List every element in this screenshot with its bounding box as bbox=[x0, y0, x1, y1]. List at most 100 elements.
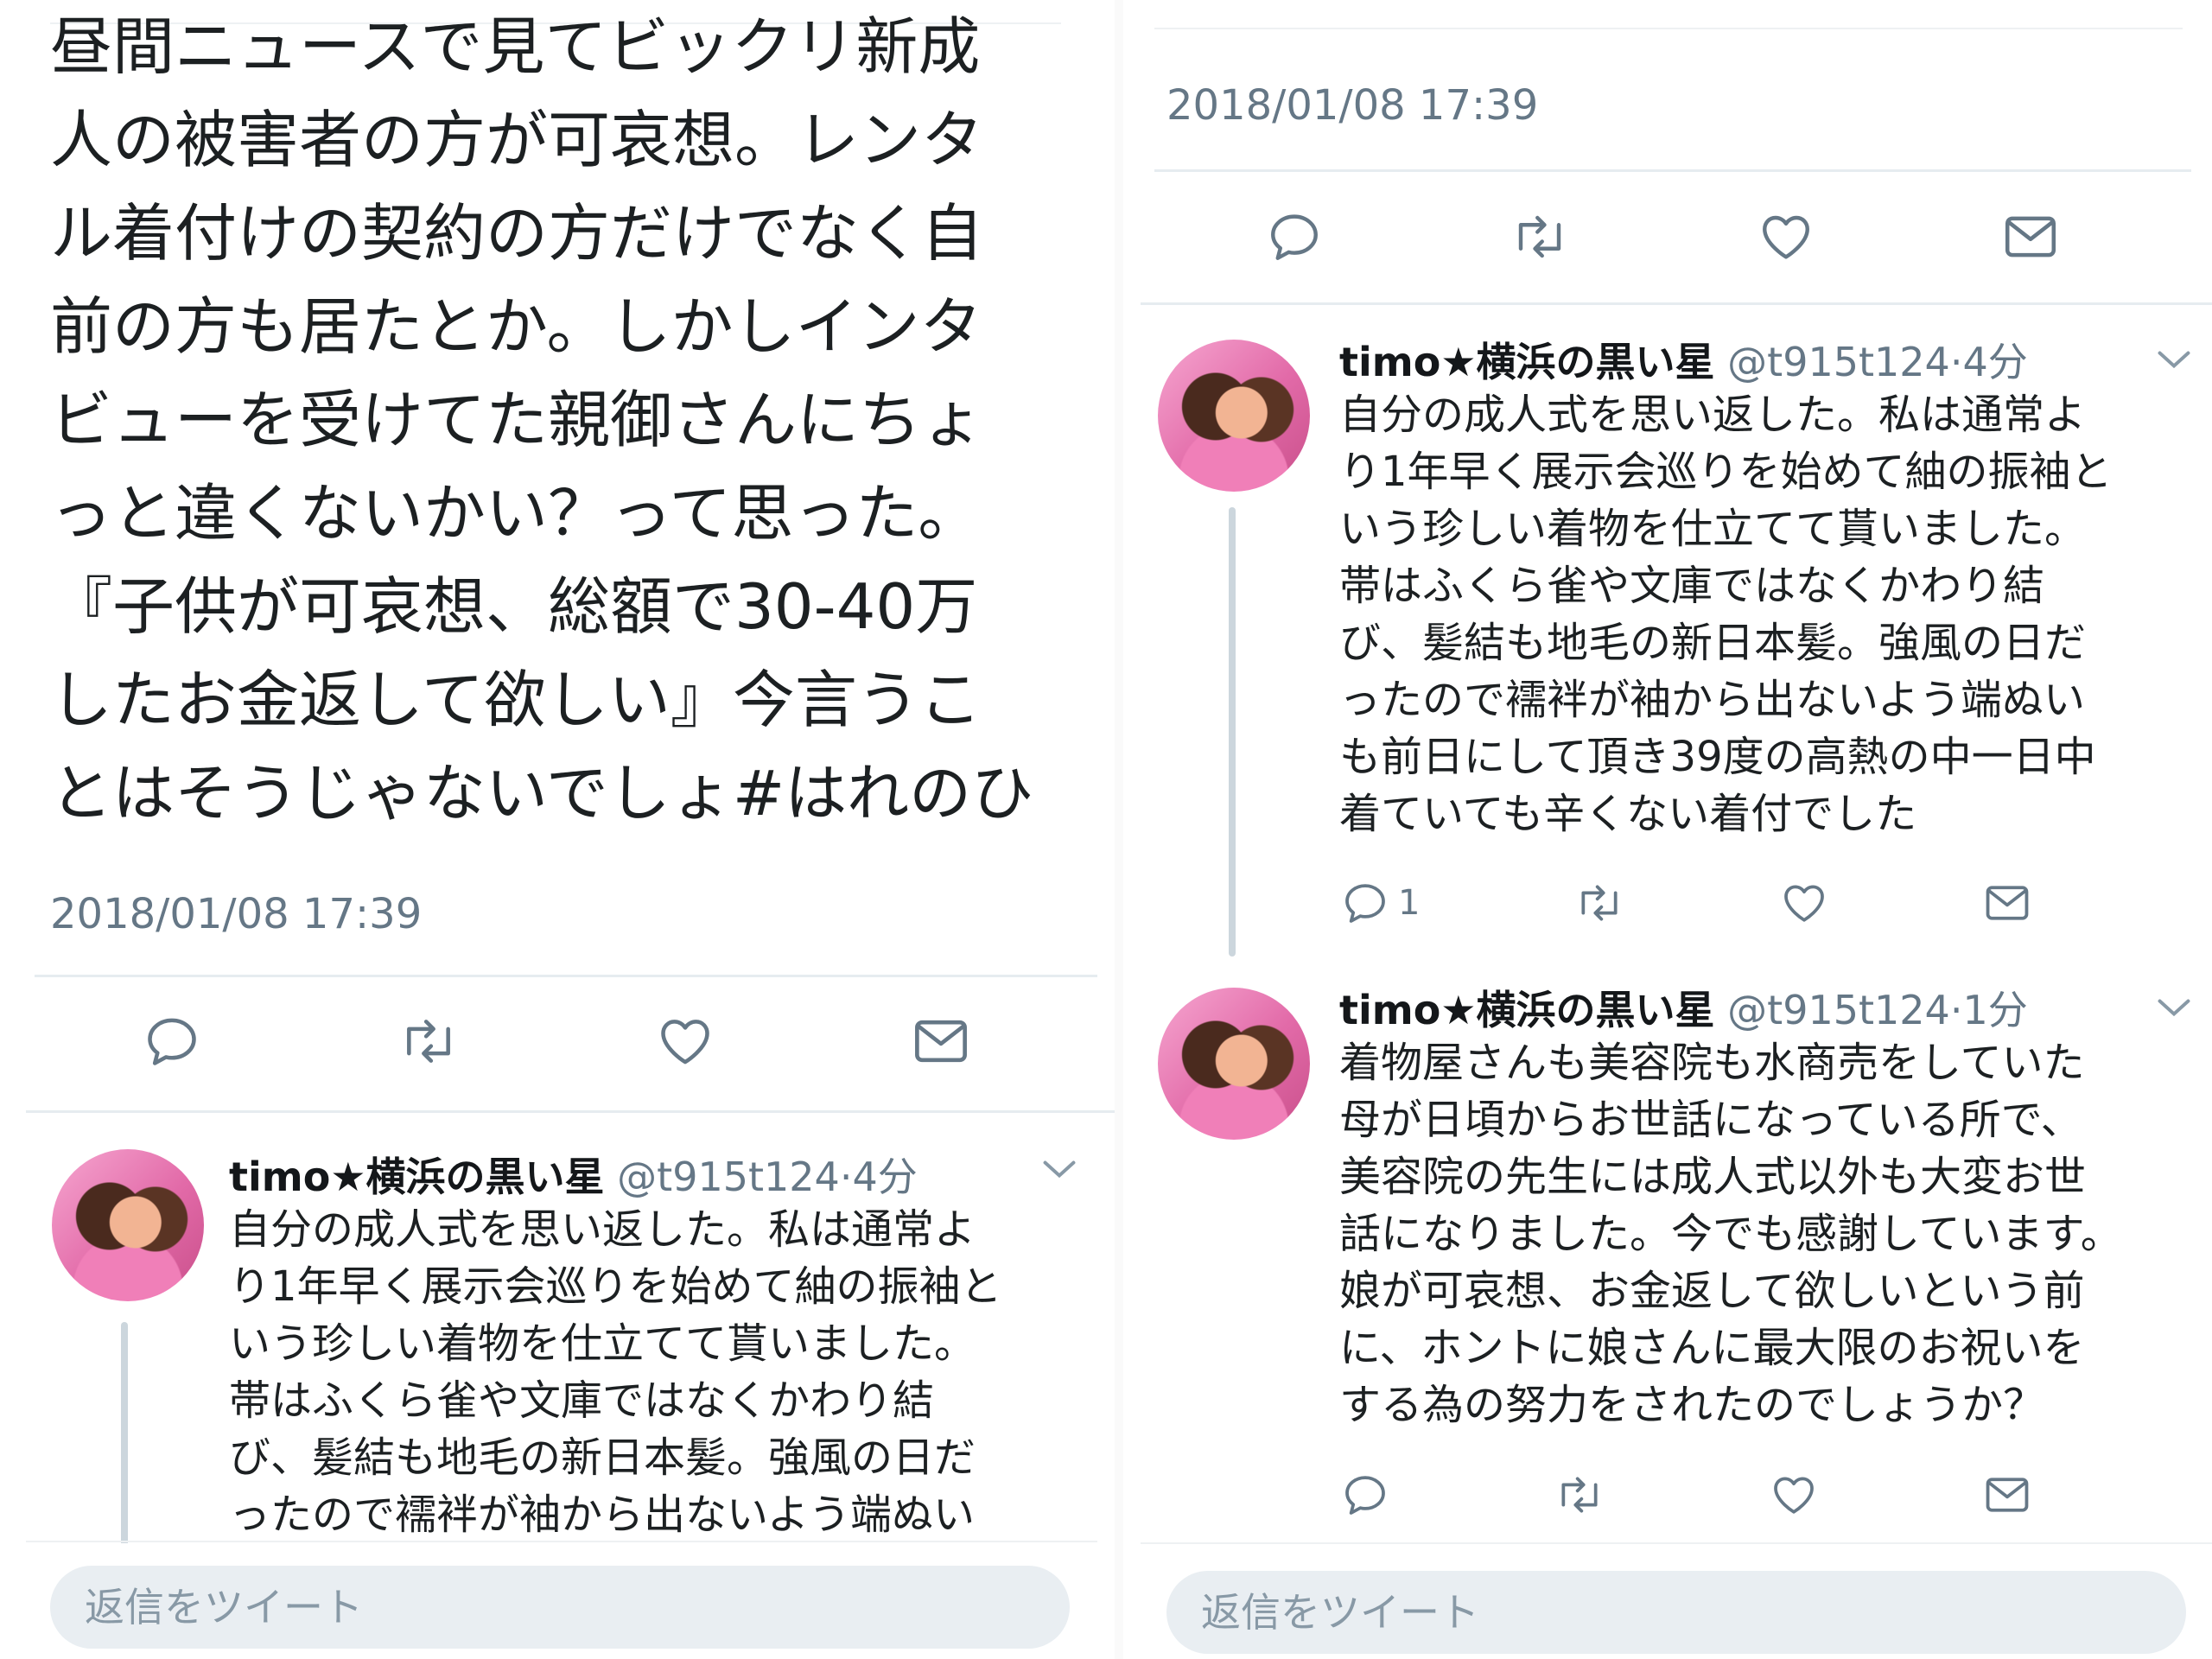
like-button[interactable] bbox=[655, 1012, 715, 1071]
message-button[interactable] bbox=[2000, 210, 2061, 264]
tweet-text-line: り1年早く展示会巡りを始めて紬の振袖と bbox=[1339, 448, 2113, 496]
tweet-text-line: ったので襦袢が袖から出ないよう端ぬい bbox=[229, 1491, 976, 1539]
tweet-text: 自分の成人式を思い返した。私は通常よ り1年早く展示会巡りを始めて紬の振袖と い… bbox=[1339, 386, 2113, 842]
user-name[interactable]: timo★横浜の黒い星 bbox=[229, 1154, 605, 1200]
tweet-text-line: も前日にして頂き39度の高熱の中一日中 bbox=[1339, 733, 2096, 781]
tweet-text-line: 自分の成人式を思い返した。私は通常よ bbox=[229, 1205, 976, 1254]
reply-icon bbox=[1271, 214, 1318, 260]
left-screen: 昼間ニュースで見てビックリ新成 人の被害者の方が可哀想。レンタ ル着付けの契約の… bbox=[0, 0, 1115, 1659]
tweet-time: 4分 bbox=[1962, 339, 2028, 385]
reply-bar: 返信をツイート bbox=[1123, 1545, 2212, 1659]
message-button[interactable] bbox=[910, 1014, 972, 1069]
retweet-icon bbox=[1518, 215, 1561, 258]
chevron-down-icon[interactable] bbox=[2156, 346, 2192, 372]
like-button[interactable] bbox=[1769, 1471, 1819, 1519]
message-icon bbox=[915, 1020, 967, 1063]
main-tweet-line: ビューを受けてた親御さんにちょ bbox=[50, 384, 984, 456]
message-icon bbox=[1986, 1478, 2029, 1512]
tweet-text-line: り1年早く展示会巡りを始めて紬の振袖と bbox=[229, 1262, 1002, 1311]
like-icon bbox=[1774, 1477, 1815, 1514]
message-icon bbox=[1986, 886, 2029, 920]
divider bbox=[26, 1110, 1115, 1113]
avatar[interactable] bbox=[52, 1149, 204, 1301]
like-button[interactable] bbox=[1757, 208, 1815, 265]
tweet-actions: 1 bbox=[1341, 877, 2032, 929]
divider bbox=[1141, 302, 2212, 305]
reply-count: 1 bbox=[1398, 883, 1421, 923]
user-name[interactable]: timo★横浜の黒い星 bbox=[1339, 987, 1715, 1033]
user-handle: @t915t124 bbox=[1727, 339, 1950, 385]
tweet-text-line: 美容院の先生には成人式以外も大変お世 bbox=[1339, 1153, 2087, 1201]
like-icon bbox=[661, 1020, 710, 1065]
tweet-text: 自分の成人式を思い返した。私は通常よ り1年早く展示会巡りを始めて紬の振袖と い… bbox=[229, 1201, 1002, 1543]
chevron-down-icon[interactable] bbox=[1041, 1156, 1077, 1182]
reply-button[interactable] bbox=[1341, 1471, 1389, 1519]
tweet-text-line: 話になりました。今でも感謝しています。 bbox=[1339, 1210, 2122, 1258]
divider bbox=[1141, 1542, 2212, 1544]
top-divider bbox=[1154, 28, 2183, 29]
tweet-text-line: ったので襦袢が袖から出ないよう端ぬい bbox=[1339, 676, 2086, 724]
tweet-text-line: び、髪結も地毛の新日本髪。強風の日だ bbox=[1339, 619, 2087, 667]
tweet-text: 着物屋さんも美容院も水商売をしていた 母が日頃からお世話になっている所で、 美容… bbox=[1339, 1034, 2122, 1433]
main-tweet-line: っと違くないかい？って思った。 bbox=[50, 477, 981, 550]
tweet-time: 1分 bbox=[1962, 987, 2028, 1033]
tweet-text-line: いう珍しい着物を仕立てて貰いました。 bbox=[1339, 505, 2087, 553]
main-tweet-line: とはそうじゃないでしょ#はれのひ bbox=[50, 757, 1034, 830]
tweet-text-line: 娘が可哀想、お金返して欲しいという前 bbox=[1339, 1267, 2085, 1315]
tweet-text-line: する為の努力をされたのでしょうか？ bbox=[1339, 1381, 2045, 1429]
message-button[interactable] bbox=[1982, 880, 2032, 925]
avatar[interactable] bbox=[1158, 988, 1310, 1140]
main-tweet-line: 昼間ニュースで見てビックリ新成 bbox=[50, 10, 981, 83]
divider bbox=[1154, 169, 2191, 172]
tweet-text-line: 着物屋さんも美容院も水商売をしていた bbox=[1339, 1039, 2085, 1087]
reply-tweet[interactable]: timo★横浜の黒い星 @t915t124·4分 自分の成人式を思い返した。私は… bbox=[1123, 307, 2212, 972]
divider bbox=[35, 975, 1097, 977]
chevron-down-icon[interactable] bbox=[2156, 995, 2192, 1020]
main-tweet-line: ル着付けの契約の方だけでなく自 bbox=[50, 197, 984, 270]
avatar[interactable] bbox=[1158, 340, 1310, 492]
tweet-text-line: 帯はふくら雀や文庫ではなくかわり結 bbox=[229, 1376, 935, 1425]
main-tweet-line: 『子供が可哀想、総額で30-40万 bbox=[50, 570, 978, 643]
retweet-button[interactable] bbox=[1508, 208, 1572, 265]
like-icon bbox=[1784, 885, 1825, 922]
user-name[interactable]: timo★横浜の黒い星 bbox=[1339, 339, 1715, 385]
tweet-actions bbox=[1341, 1469, 2032, 1521]
tweet-text-line: 自分の成人式を思い返した。私は通常よ bbox=[1339, 391, 2087, 439]
user-handle: @t915t124 bbox=[1727, 987, 1950, 1033]
message-button[interactable] bbox=[1982, 1472, 2032, 1517]
reply-icon bbox=[1345, 1476, 1385, 1515]
reply-button[interactable] bbox=[1266, 208, 1323, 265]
divider bbox=[26, 1541, 1097, 1542]
reply-tweet[interactable]: timo★横浜の黒い星 @t915t124·1分 着物屋さんも美容院も水商売をし… bbox=[1123, 955, 2212, 1560]
user-handle: @t915t124 bbox=[617, 1154, 840, 1200]
tweet-text-line: 帯はふくら雀や文庫ではなくかわり結 bbox=[1339, 562, 2045, 610]
separator: · bbox=[1949, 339, 1963, 385]
retweet-button[interactable] bbox=[1573, 879, 1626, 927]
message-icon bbox=[2005, 216, 2056, 257]
separator: · bbox=[839, 1154, 853, 1200]
reply-button[interactable]: 1 bbox=[1341, 879, 1420, 927]
tweet-header: timo★横浜の黒い星 @t915t124·1分 bbox=[1339, 979, 2028, 1036]
reply-input[interactable]: 返信をツイート bbox=[50, 1566, 1070, 1649]
gutter bbox=[1115, 0, 1123, 1659]
retweet-icon bbox=[1561, 1477, 1598, 1513]
tweet-text-line: び、髪結も地毛の新日本髪。強風の日だ bbox=[229, 1433, 976, 1482]
main-tweet-text: 昼間ニュースで見てビックリ新成 人の被害者の方が可哀想。レンタ ル着付けの契約の… bbox=[50, 0, 1087, 840]
main-tweet-timestamp: 2018/01/08 17:39 bbox=[1166, 81, 1539, 130]
retweet-button[interactable] bbox=[396, 1012, 461, 1071]
reply-input[interactable]: 返信をツイート bbox=[1166, 1571, 2186, 1654]
like-button[interactable] bbox=[1779, 879, 1829, 927]
reply-button[interactable] bbox=[143, 1012, 201, 1071]
thread-line bbox=[1229, 507, 1236, 957]
main-tweet-actions bbox=[1266, 204, 2061, 270]
tweet-text-line: 着ていても辛くない着付でした bbox=[1339, 790, 1917, 838]
reply-tweet[interactable]: timo★横浜の黒い星 @t915t124·4分 自分の成人式を思い返した。私は… bbox=[0, 1115, 1115, 1581]
reply-bar: 返信をツイート bbox=[0, 1543, 1115, 1659]
tweet-header: timo★横浜の黒い星 @t915t124·4分 bbox=[1339, 331, 2028, 388]
tweet-time: 4分 bbox=[852, 1154, 918, 1200]
thread-line bbox=[121, 1322, 128, 1581]
tweet-text-line: いう珍しい着物を仕立てて貰いました。 bbox=[229, 1319, 976, 1368]
main-tweet-line: したお金返して欲しい』今言うこ bbox=[50, 664, 982, 736]
retweet-button[interactable] bbox=[1553, 1471, 1606, 1519]
main-tweet-actions bbox=[143, 1007, 972, 1076]
